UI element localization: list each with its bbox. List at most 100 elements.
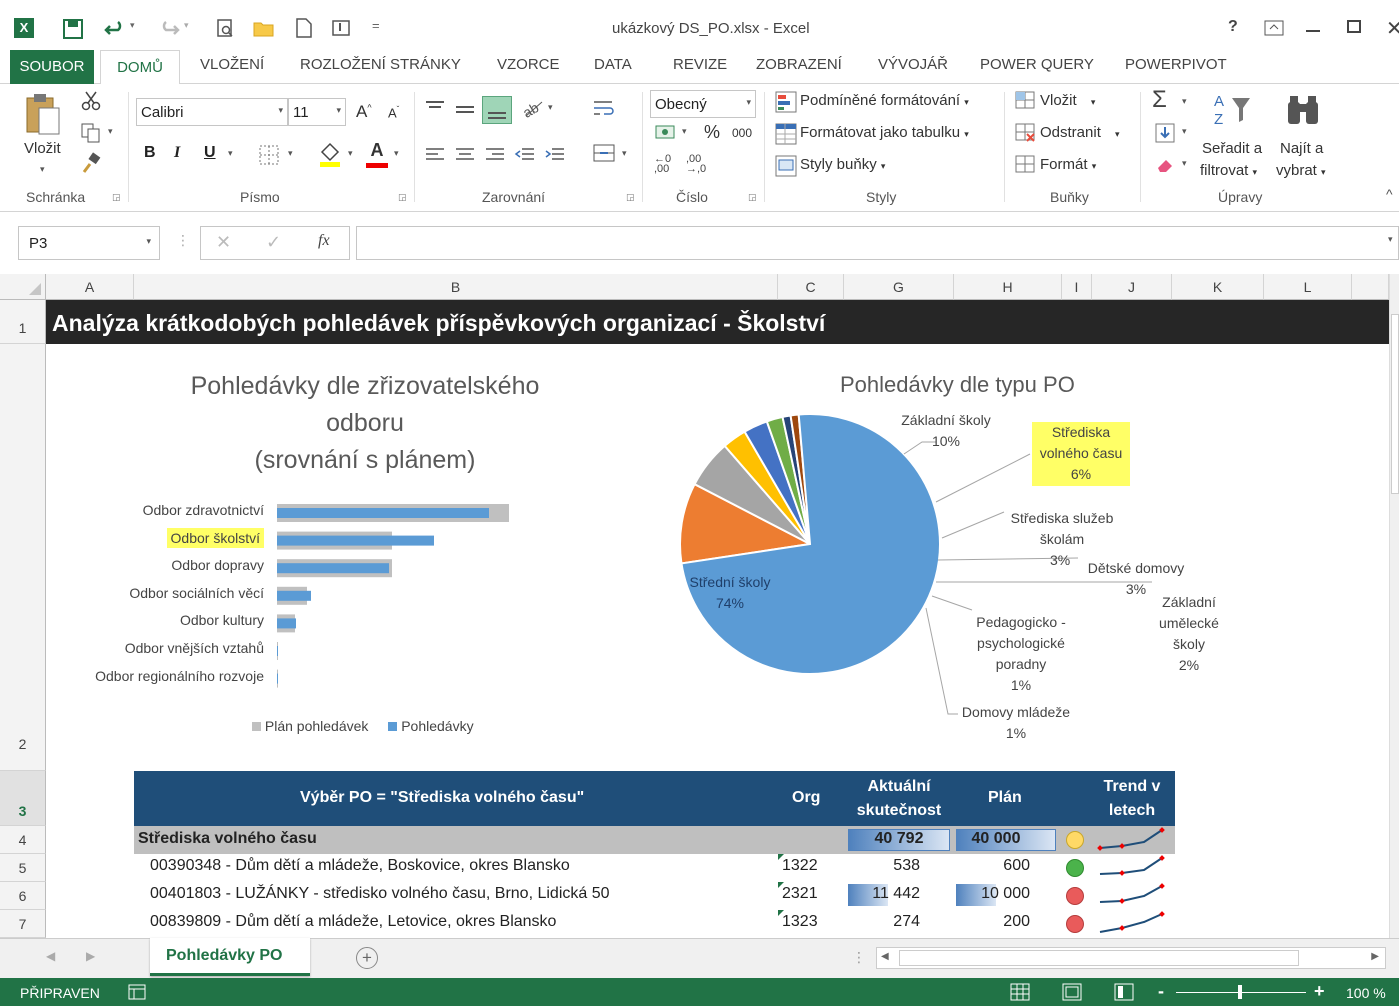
tab-home[interactable]: DOMŮ (100, 50, 180, 85)
find-select-label-1[interactable]: Najít a (1280, 140, 1323, 157)
row-header[interactable]: 6 (0, 882, 46, 910)
zoom-out-button[interactable]: - (1158, 981, 1164, 1002)
clipboard-launcher-icon[interactable]: ◲ (112, 192, 121, 203)
page-break-view-icon[interactable] (1114, 983, 1134, 1001)
table-row-org[interactable]: 1323 (782, 913, 818, 931)
redo-icon[interactable] (158, 18, 180, 40)
horizontal-scrollbar[interactable]: ◀ ▶ (876, 947, 1386, 969)
align-middle-icon[interactable] (454, 98, 476, 120)
sheet-tab-active[interactable]: Pohledávky PO (150, 938, 310, 976)
font-name-dropdown[interactable]: Calibri ▾ (136, 98, 288, 126)
minimize-button[interactable] (1306, 30, 1320, 32)
next-sheet-icon[interactable]: ▶ (86, 949, 95, 963)
cell-styles-button[interactable]: Styly buňky ▾ (800, 156, 885, 173)
row-header[interactable]: 2 (0, 344, 46, 771)
wrap-text-icon[interactable] (592, 98, 616, 120)
bar-chart[interactable]: Pohledávky dle zřizovatelského odboru (s… (60, 350, 680, 750)
sort-filter-button[interactable]: filtrovat ▾ (1200, 162, 1257, 179)
group-actual-value[interactable]: 40 792 (848, 830, 950, 848)
tab-power-query[interactable]: POWER QUERY (980, 56, 1094, 73)
accounting-dropdown-icon[interactable]: ▾ (682, 126, 687, 137)
tab-formulas[interactable]: VZORCE (497, 56, 560, 73)
excel-logo-icon[interactable]: X (14, 18, 34, 38)
alignment-launcher-icon[interactable]: ◲ (626, 192, 635, 203)
zoom-in-button[interactable]: + (1314, 981, 1325, 1002)
table-row-name[interactable]: 00839809 - Dům dětí a mládeže, Letovice,… (150, 913, 556, 931)
conditional-formatting-icon[interactable] (774, 90, 798, 114)
borders-icon[interactable] (258, 144, 280, 166)
selection-header[interactable]: Výběr PO = "Střediska volného času" (300, 789, 584, 807)
paste-button-label[interactable]: Vložit (24, 140, 61, 157)
name-box[interactable]: P3 ▾ (18, 226, 160, 260)
binoculars-icon[interactable] (1284, 92, 1322, 128)
zoom-slider-thumb[interactable] (1238, 985, 1242, 999)
fill-icon[interactable] (1154, 122, 1176, 144)
column-header[interactable]: K (1172, 274, 1264, 300)
tab-insert[interactable]: VLOŽENÍ (200, 56, 264, 73)
copy-dropdown-icon[interactable]: ▾ (108, 126, 113, 137)
autosum-icon[interactable]: Σ (1152, 86, 1167, 114)
tab-review[interactable]: REVIZE (673, 56, 727, 73)
row-header[interactable]: 3 (0, 771, 46, 826)
percent-style-button[interactable]: % (704, 122, 720, 143)
confirm-entry-icon[interactable]: ✓ (266, 232, 281, 253)
comma-style-button[interactable]: 000 (732, 126, 752, 140)
open-folder-icon[interactable] (252, 18, 276, 40)
decrease-decimal-icon[interactable]: ,00 →,0 (686, 154, 706, 175)
bar-actual[interactable] (277, 508, 489, 518)
conditional-formatting-button[interactable]: Podmíněné formátování ▾ (800, 92, 969, 109)
delete-cells-button[interactable]: Odstranit ▾ (1040, 124, 1120, 141)
table-row-plan[interactable]: 600 (960, 857, 1030, 875)
align-left-icon[interactable] (424, 144, 446, 166)
format-as-table-icon[interactable] (774, 122, 798, 146)
column-header[interactable]: L (1264, 274, 1352, 300)
align-right-icon[interactable] (484, 144, 506, 166)
bar-actual[interactable] (277, 563, 389, 574)
tab-view[interactable]: ZOBRAZENÍ (756, 56, 842, 73)
tab-data[interactable]: DATA (594, 56, 632, 73)
help-button[interactable]: ? (1228, 18, 1238, 36)
column-header[interactable]: C (778, 274, 844, 300)
trend-header[interactable]: Trend v letech (1092, 775, 1172, 823)
format-as-table-button[interactable]: Formátovat jako tabulku ▾ (800, 124, 969, 141)
bar-actual[interactable] (277, 646, 278, 656)
tab-page-layout[interactable]: ROZLOŽENÍ STRÁNKY (300, 56, 461, 73)
decrease-font-icon[interactable]: Aˇ (388, 105, 399, 120)
group-name[interactable]: Střediska volného času (138, 830, 317, 848)
actual-header[interactable]: Aktuální skutečnost (844, 775, 954, 823)
align-center-icon[interactable] (454, 144, 476, 166)
prev-sheet-icon[interactable]: ◀ (46, 949, 55, 963)
touch-mode-icon[interactable] (330, 17, 354, 39)
table-row-org[interactable]: 1322 (782, 857, 818, 875)
sort-filter-label-1[interactable]: Seřadit a (1202, 140, 1262, 157)
borders-dropdown-icon[interactable]: ▾ (288, 148, 293, 159)
new-document-icon[interactable] (294, 17, 314, 39)
column-header[interactable]: A (46, 274, 134, 300)
orientation-icon[interactable]: ab (520, 96, 546, 120)
cell-styles-icon[interactable] (774, 154, 798, 178)
tab-powerpivot[interactable]: POWERPIVOT (1125, 56, 1227, 73)
font-color-icon[interactable]: A (366, 140, 388, 168)
copy-icon[interactable] (80, 122, 102, 144)
clear-dropdown-icon[interactable]: ▾ (1182, 158, 1187, 169)
maximize-button[interactable] (1347, 20, 1361, 33)
undo-dropdown-icon[interactable]: ▾ (130, 20, 135, 31)
font-size-dropdown[interactable]: 11 ▾ (288, 98, 346, 126)
scroll-thumb[interactable] (899, 950, 1299, 966)
sort-filter-icon[interactable]: AZ (1210, 90, 1254, 130)
clear-icon[interactable] (1154, 154, 1176, 176)
page-layout-view-icon[interactable] (1062, 983, 1082, 1001)
underline-dropdown-icon[interactable]: ▾ (228, 148, 233, 159)
fill-dropdown-icon[interactable]: ▾ (1182, 126, 1187, 137)
customize-qat-icon[interactable]: = (372, 18, 380, 33)
macro-record-icon[interactable] (128, 984, 146, 1000)
column-header[interactable] (1352, 274, 1389, 300)
bar-actual[interactable] (277, 618, 296, 629)
scroll-left-icon[interactable]: ◀ (881, 951, 889, 962)
underline-button[interactable]: U (204, 144, 216, 162)
formula-input[interactable] (356, 226, 1399, 260)
table-row-plan[interactable]: 200 (960, 913, 1030, 931)
table-row-actual[interactable]: 274 (850, 913, 920, 931)
number-launcher-icon[interactable]: ◲ (748, 192, 757, 203)
table-row-org[interactable]: 2321 (782, 885, 818, 903)
